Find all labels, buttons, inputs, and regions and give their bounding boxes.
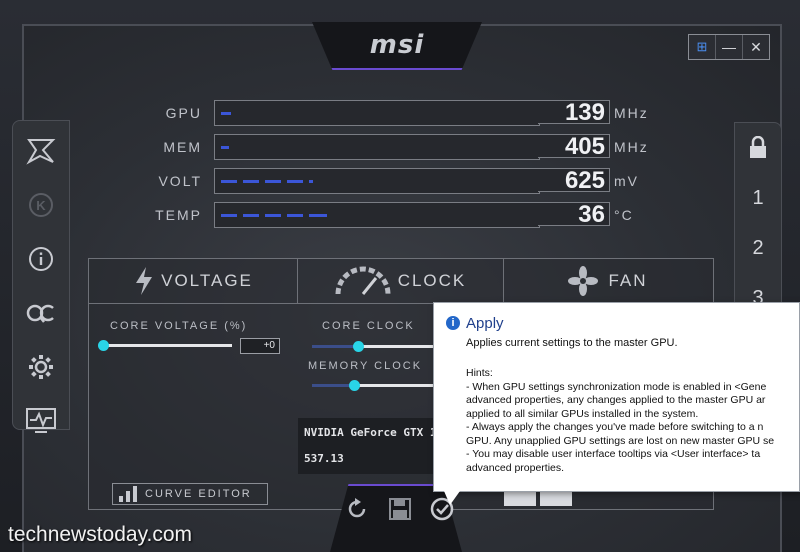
tab-fan[interactable]: FAN — [503, 259, 713, 304]
meter-gpu: GPU 139 MHz — [140, 100, 660, 128]
meter-unit: MHz — [614, 139, 649, 155]
memory-clock-knob[interactable] — [349, 380, 360, 391]
oc-scanner-icon[interactable] — [13, 289, 69, 337]
gpu-info: NVIDIA GeForce GTX 10 537.13 — [298, 418, 443, 474]
fan-icon — [568, 266, 599, 296]
left-toolbar: K — [12, 120, 70, 433]
memory-clock-label: MEMORY CLOCK — [308, 360, 423, 372]
tooltip-body: Hints: - When GPU settings synchronizati… — [466, 367, 775, 474]
kombustor-icon[interactable]: K — [13, 181, 69, 229]
info-icon: i — [446, 316, 460, 330]
core-clock-slider[interactable] — [312, 345, 434, 348]
core-clock-label: CORE CLOCK — [322, 320, 415, 332]
meter-volt: VOLT 625 mV — [140, 168, 660, 196]
tab-fan-label: FAN — [608, 271, 648, 290]
meter-mem: MEM 405 MHz — [140, 134, 660, 162]
tab-clock[interactable]: CLOCK — [297, 259, 504, 304]
meter-value: 36 — [538, 202, 610, 227]
core-voltage-label: CORE VOLTAGE (%) — [110, 320, 248, 332]
tab-voltage-label: VOLTAGE — [161, 271, 253, 290]
brand-logo: msi — [369, 30, 425, 60]
meter-label: GPU — [165, 105, 202, 121]
close-button[interactable]: ✕ — [743, 35, 769, 59]
reset-icon[interactable] — [342, 494, 372, 524]
meter-value: 139 — [538, 100, 610, 125]
windows-icon[interactable]: ⊞ — [689, 35, 716, 59]
brand-header: msi — [312, 22, 482, 70]
monitor-icon[interactable] — [13, 397, 69, 445]
core-voltage-value[interactable]: +0 — [240, 338, 280, 354]
core-clock-knob[interactable] — [353, 341, 364, 352]
meter-unit: mV — [614, 173, 639, 189]
settings-gear-icon[interactable] — [13, 343, 69, 391]
meter-label: TEMP — [155, 207, 202, 223]
meter-label: MEM — [163, 139, 202, 155]
meter-label: VOLT — [158, 173, 202, 189]
watermark: technewstoday.com — [8, 523, 193, 546]
curve-editor-label: CURVE EDITOR — [145, 488, 252, 500]
profiles-toolbar: 1 2 3 — [734, 122, 782, 314]
info-icon[interactable] — [13, 235, 69, 283]
meter-value: 405 — [538, 134, 610, 159]
meter-bar — [214, 100, 540, 126]
msi-afterburner-logo-icon[interactable] — [13, 127, 69, 175]
core-voltage-slider[interactable] — [104, 344, 232, 347]
svg-text:K: K — [36, 198, 46, 213]
lock-icon[interactable] — [735, 123, 781, 173]
apply-tooltip: i Apply Applies current settings to the … — [433, 302, 800, 505]
bar-chart-icon — [119, 486, 137, 502]
meter-bar — [214, 168, 540, 194]
tab-clock-label: CLOCK — [397, 271, 467, 290]
speedometer-icon — [335, 266, 391, 295]
minimize-button[interactable]: — — [716, 35, 743, 59]
core-voltage-knob[interactable] — [98, 340, 109, 351]
tooltip-subtitle: Applies current settings to the master G… — [466, 337, 678, 349]
tooltip-title: Apply — [466, 315, 504, 332]
gpu-name: NVIDIA GeForce GTX 10 — [304, 426, 444, 439]
tab-voltage[interactable]: VOLTAGE — [89, 259, 298, 304]
profile-2-button[interactable]: 2 — [735, 223, 781, 273]
meter-value: 625 — [538, 168, 610, 193]
meter-unit: °C — [614, 207, 634, 223]
profile-1-button[interactable]: 1 — [735, 173, 781, 223]
memory-clock-slider[interactable] — [312, 384, 434, 387]
meter-unit: MHz — [614, 105, 649, 121]
window-controls: ⊞ — ✕ — [688, 34, 770, 60]
lightning-icon — [136, 267, 153, 295]
meter-bar — [214, 202, 540, 228]
save-icon[interactable] — [385, 494, 415, 524]
meter-bar — [214, 134, 540, 160]
curve-editor-button[interactable]: CURVE EDITOR — [112, 483, 268, 505]
driver-version: 537.13 — [304, 452, 344, 465]
meter-temp: TEMP 36 °C — [140, 202, 660, 230]
